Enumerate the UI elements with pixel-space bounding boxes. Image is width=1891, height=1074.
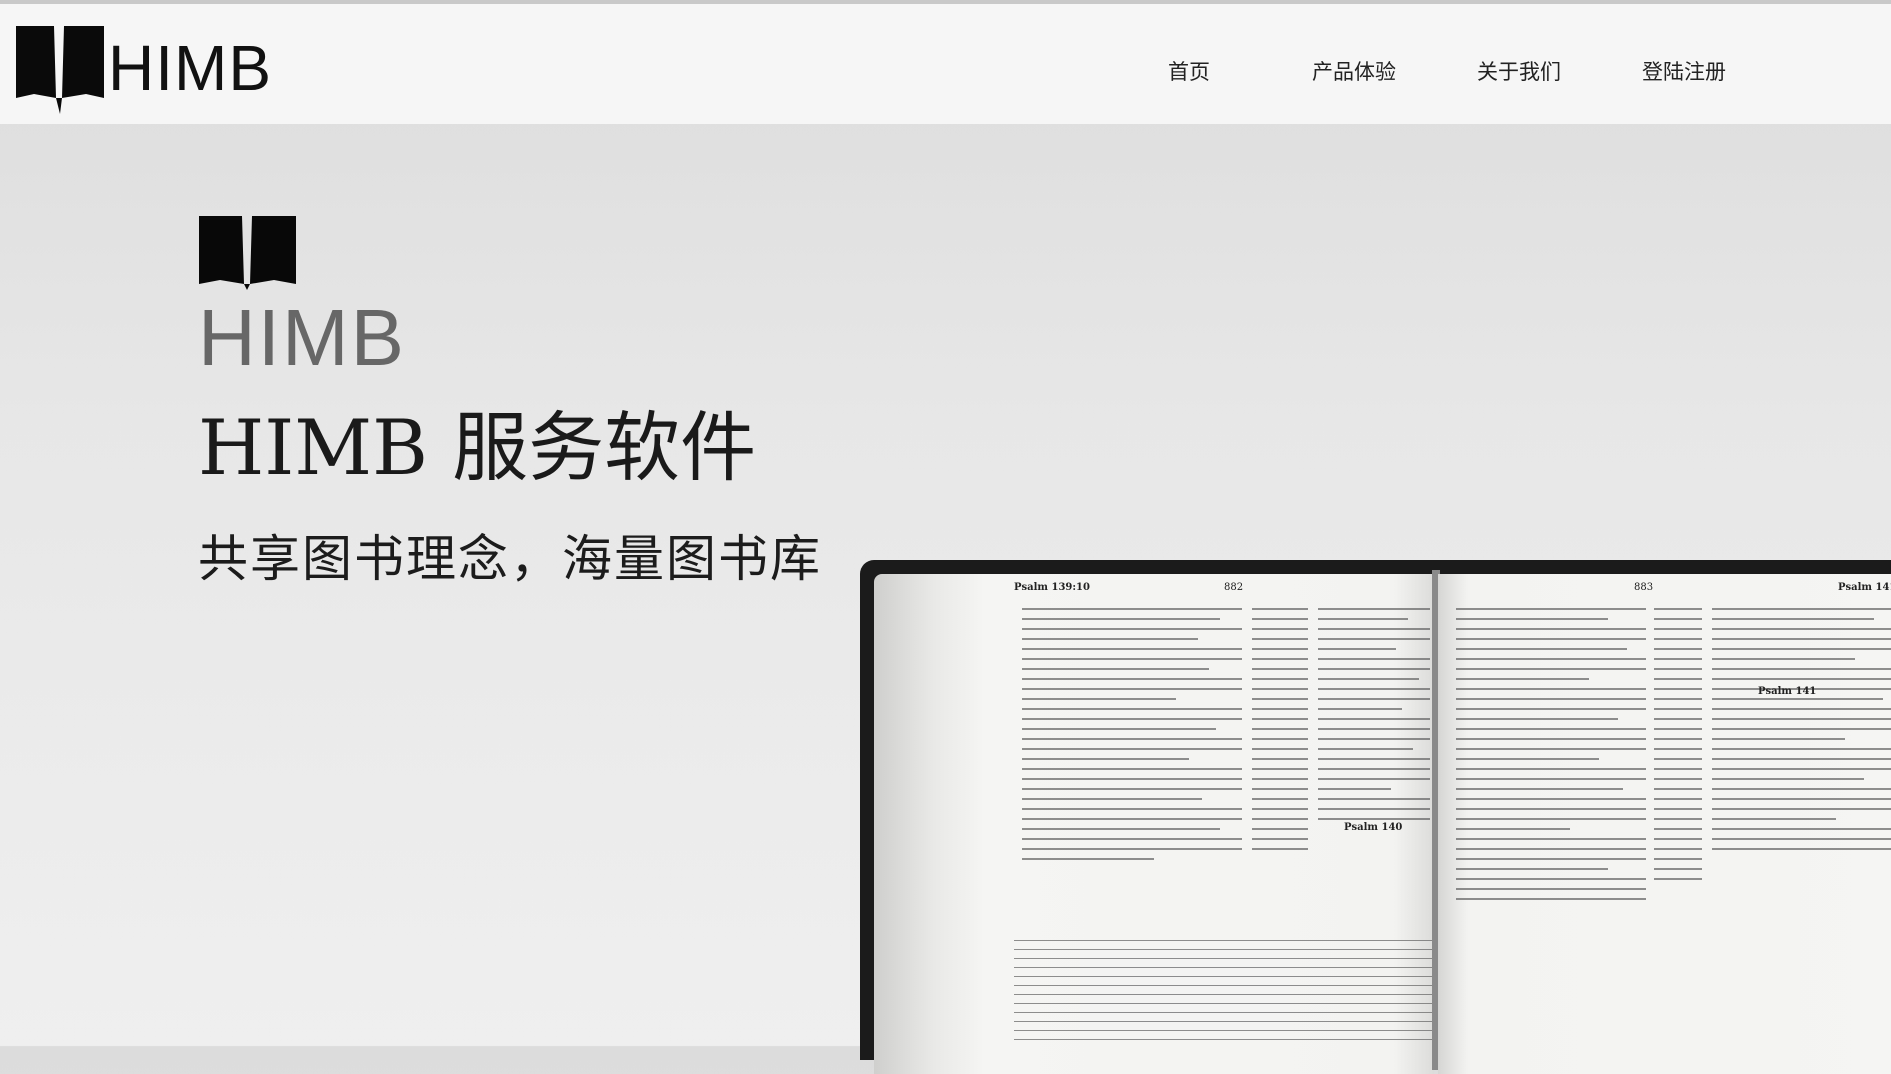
hero-title: HIMB 服务软件 bbox=[198, 403, 757, 492]
right-page-number: 883 bbox=[1634, 582, 1654, 593]
nav-item-login-register[interactable]: 登陆注册 bbox=[1642, 56, 1726, 86]
hero-brand: HIMB bbox=[198, 293, 406, 382]
header-brand-text: HIMB bbox=[108, 32, 272, 104]
nav-item-about-us[interactable]: 关于我们 bbox=[1477, 56, 1561, 86]
book-logo-icon bbox=[16, 26, 104, 114]
right-column-text bbox=[1456, 608, 1646, 908]
nav-item-home[interactable]: 首页 bbox=[1168, 56, 1210, 86]
left-page-number: 882 bbox=[1224, 582, 1244, 593]
right-notes-column bbox=[1654, 608, 1702, 888]
psalm-140-heading: Psalm 140 bbox=[1344, 822, 1403, 833]
book-left-page: Psalm 139:10 882 Psalm 140 bbox=[874, 574, 1434, 1074]
open-book-image: Psalm 139:10 882 Psalm 140 883 Psalm 141… bbox=[860, 560, 1891, 1074]
left-page-header: Psalm 139:10 bbox=[1014, 582, 1090, 593]
nav-item-product-experience[interactable]: 产品体验 bbox=[1312, 56, 1396, 86]
psalm-141-heading: Psalm 141 bbox=[1758, 686, 1817, 697]
right-page-header: Psalm 141: bbox=[1838, 582, 1891, 593]
hero-book-icon bbox=[198, 214, 298, 294]
left-right-column-text bbox=[1318, 608, 1430, 828]
top-navigation-bar: HIMB 首页 产品体验 关于我们 登陆注册 bbox=[0, 0, 1891, 124]
header-logo[interactable]: HIMB bbox=[14, 22, 272, 114]
right-right-column-text bbox=[1712, 608, 1891, 858]
left-commentary-text bbox=[1014, 940, 1434, 1048]
left-column-text bbox=[1022, 608, 1242, 868]
hero-subtitle: 共享图书理念，海量图书库 bbox=[198, 530, 822, 588]
book-right-page: 883 Psalm 141: Psalm 141 bbox=[1438, 574, 1891, 1074]
left-notes-column bbox=[1252, 608, 1308, 858]
